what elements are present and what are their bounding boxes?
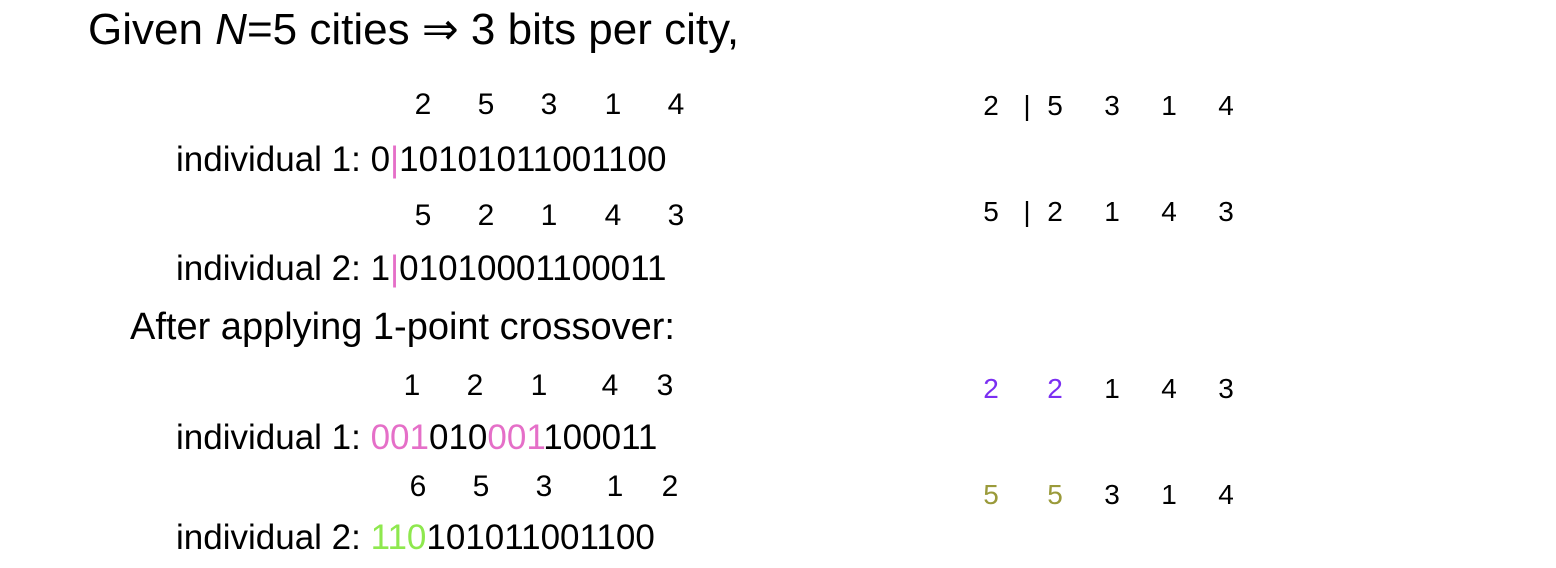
ind2-bits-tail: 01010001100011 bbox=[399, 249, 667, 288]
bits: 100011 bbox=[543, 418, 658, 457]
duplicate-city-digit: 5 bbox=[1047, 479, 1063, 510]
city-digit: 5 bbox=[1047, 90, 1063, 121]
city-digit: 2 bbox=[466, 369, 484, 402]
city-digit: 2 bbox=[661, 470, 679, 503]
ind1-bits-head: 0 bbox=[370, 140, 391, 179]
city-digit: 3 bbox=[540, 88, 558, 121]
city-digit: 1 bbox=[1161, 90, 1177, 121]
ind2-after-label: individual 2: bbox=[176, 518, 371, 557]
ind2-after-line: individual 2: 110101011001100 bbox=[176, 518, 655, 558]
ind1-after-line: individual 1: 001010001100011 bbox=[176, 418, 657, 458]
city-digit: 3 bbox=[1218, 196, 1234, 227]
city-digit: 4 bbox=[1218, 90, 1234, 121]
slide-title: Given N=5 cities ⇒ 3 bits per city, bbox=[88, 6, 739, 54]
city-digit: 1 bbox=[540, 199, 558, 232]
ind2-label: individual 2: bbox=[176, 249, 371, 288]
duplicate-city-digit: 2 bbox=[983, 373, 999, 404]
city-digit: 5 bbox=[414, 199, 432, 232]
ind1-label: individual 1: bbox=[176, 140, 371, 179]
city-digit: 1 bbox=[1104, 196, 1120, 227]
duplicate-city-digit: 5 bbox=[983, 479, 999, 510]
city-digit: 3 bbox=[1104, 90, 1120, 121]
highlighted-bits: 001 bbox=[370, 418, 429, 457]
title-suffix: =5 cities ⇒ 3 bits per city, bbox=[246, 5, 740, 54]
city-digit: 3 bbox=[667, 199, 685, 232]
city-digit: 4 bbox=[601, 369, 619, 402]
city-digit: 6 bbox=[409, 470, 427, 503]
highlighted-bits: 110 bbox=[370, 518, 427, 557]
city-digit: 5 bbox=[983, 196, 999, 227]
bits: 010 bbox=[428, 418, 488, 457]
highlighted-bits: 001 bbox=[487, 418, 544, 457]
city-digit: 3 bbox=[656, 369, 674, 402]
city-digit: 4 bbox=[1161, 373, 1177, 404]
city-digit: 2 bbox=[477, 199, 495, 232]
ind1-after-label: individual 1: bbox=[176, 418, 371, 457]
duplicate-city-digit: 2 bbox=[1047, 373, 1063, 404]
city-digit: 4 bbox=[604, 199, 622, 232]
city-digit: 2 bbox=[1047, 196, 1063, 227]
city-digit: 3 bbox=[1104, 479, 1120, 510]
crossover-point-marker: | bbox=[390, 249, 400, 288]
city-digit: 3 bbox=[1218, 373, 1234, 404]
crossover-subtitle: After applying 1-point crossover: bbox=[130, 306, 675, 348]
ind2-bits-head: 1 bbox=[370, 249, 391, 288]
city-digit: 5 bbox=[472, 470, 490, 503]
title-variable: N bbox=[215, 5, 247, 54]
city-digit: 2 bbox=[983, 90, 999, 121]
city-digit: 2 bbox=[414, 88, 432, 121]
city-digit: 1 bbox=[1161, 479, 1177, 510]
city-digit: 1 bbox=[606, 470, 624, 503]
ind1-before-line: individual 1: 0|10101011001100 bbox=[176, 140, 666, 180]
city-digit: 1 bbox=[604, 88, 622, 121]
city-digit: 1 bbox=[1104, 373, 1120, 404]
city-digit: 5 bbox=[477, 88, 495, 121]
city-digit: 4 bbox=[667, 88, 685, 121]
city-digit: 1 bbox=[403, 369, 421, 402]
city-digit: 1 bbox=[530, 369, 548, 402]
crossover-bar: | bbox=[1023, 90, 1031, 121]
bits: 101011001100 bbox=[426, 518, 655, 557]
title-prefix: Given bbox=[88, 5, 216, 54]
crossover-bar: | bbox=[1023, 196, 1031, 227]
ind1-bits-tail: 10101011001100 bbox=[399, 140, 667, 179]
city-digit: 4 bbox=[1218, 479, 1234, 510]
city-digit: 3 bbox=[535, 470, 553, 503]
crossover-point-marker: | bbox=[390, 140, 400, 179]
ind2-before-line: individual 2: 1|01010001100011 bbox=[176, 249, 666, 289]
city-digit: 4 bbox=[1161, 196, 1177, 227]
